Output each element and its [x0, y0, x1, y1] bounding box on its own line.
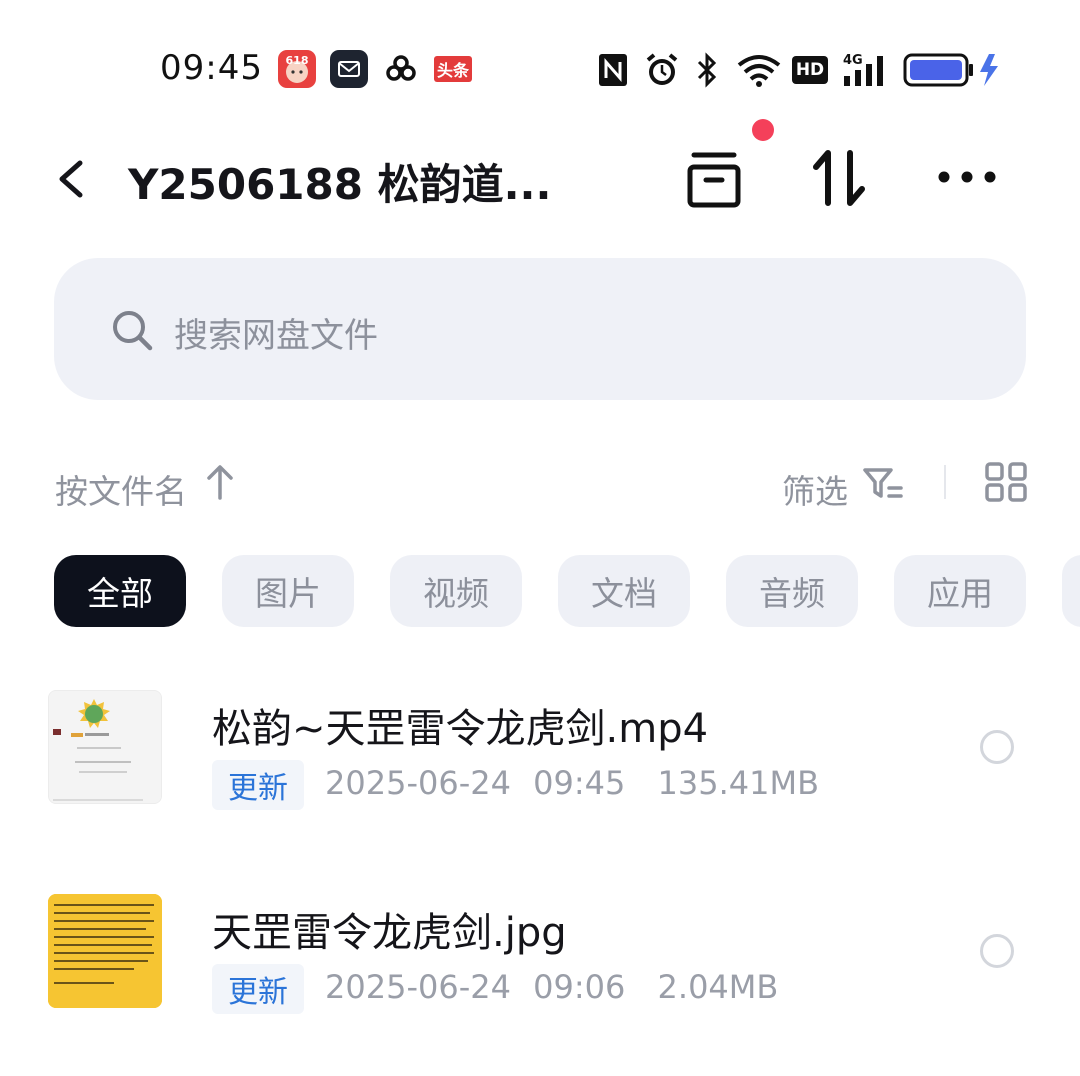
- chip-all[interactable]: 全部: [54, 555, 186, 627]
- nfc-icon: [599, 54, 627, 86]
- chip-videos[interactable]: 视频: [390, 555, 522, 627]
- file-time: 09:06: [533, 968, 626, 1006]
- shopping-618-icon: 618: [278, 50, 316, 88]
- notification-dot: [752, 119, 774, 141]
- chip-more-partial[interactable]: [1062, 555, 1080, 627]
- select-radio[interactable]: [980, 730, 1014, 764]
- chip-documents[interactable]: 文档: [558, 555, 690, 627]
- more-icon[interactable]: [936, 165, 998, 189]
- status-time: 09:45: [160, 48, 263, 88]
- file-date: 2025-06-24: [325, 968, 511, 1006]
- file-date: 2025-06-24: [325, 764, 511, 802]
- file-size: 135.41MB: [657, 764, 820, 802]
- sort-by-name[interactable]: 按文件名: [55, 465, 187, 513]
- signal-4g-icon: 4G: [842, 50, 890, 90]
- mail-icon: [330, 50, 368, 88]
- search-placeholder: 搜索网盘文件: [174, 316, 378, 356]
- battery-icon: [903, 53, 998, 87]
- chip-audio[interactable]: 音频: [726, 555, 858, 627]
- header: Y2506188 松韵道...: [0, 135, 1080, 225]
- select-radio[interactable]: [980, 934, 1014, 968]
- search-bar[interactable]: 搜索网盘文件: [54, 258, 1026, 400]
- file-meta: 2025-06-24 09:45 135.41MB: [325, 764, 819, 802]
- transfer-sort-icon[interactable]: [812, 149, 868, 207]
- chip-apps[interactable]: 应用: [894, 555, 1026, 627]
- filter-button[interactable]: 筛选: [782, 465, 848, 513]
- file-size: 2.04MB: [657, 968, 779, 1006]
- video-thumbnail: [48, 690, 162, 804]
- wifi-icon: [737, 55, 781, 87]
- grid-view-icon[interactable]: [985, 462, 1027, 502]
- update-badge: 更新: [212, 760, 304, 810]
- file-row[interactable]: 松韵~天罡雷令龙虎剑.mp4 更新 2025-06-24 09:45 135.4…: [0, 690, 1080, 820]
- status-bar: 09:45 618 头条 HD 4G: [0, 40, 1080, 100]
- image-thumbnail: [48, 894, 162, 1008]
- back-arrow-icon[interactable]: [48, 155, 96, 203]
- archive-icon[interactable]: [684, 147, 744, 209]
- toutiao-icon: 头条: [434, 56, 472, 82]
- filter-icon[interactable]: [862, 466, 904, 502]
- badge-618-text: 618: [286, 54, 309, 67]
- chip-images[interactable]: 图片: [222, 555, 354, 627]
- bluetooth-icon: [697, 52, 717, 88]
- network-label: 4G: [843, 53, 863, 68]
- cloud-app-icon: [382, 50, 420, 88]
- divider: [944, 465, 946, 499]
- alarm-icon: [646, 53, 678, 85]
- file-time: 09:45: [533, 764, 626, 802]
- file-name: 松韵~天罡雷令龙虎剑.mp4: [212, 706, 709, 752]
- file-meta: 2025-06-24 09:06 2.04MB: [325, 968, 778, 1006]
- update-badge: 更新: [212, 964, 304, 1014]
- file-name: 天罡雷令龙虎剑.jpg: [212, 910, 567, 956]
- screen: 09:45 618 头条 HD 4G Y2506188 松韵道... 搜索网盘文…: [0, 0, 1080, 1076]
- sort-ascending-icon[interactable]: [205, 462, 235, 502]
- file-row[interactable]: 天罡雷令龙虎剑.jpg 更新 2025-06-24 09:06 2.04MB: [0, 894, 1080, 1024]
- hd-icon: HD: [792, 56, 828, 84]
- page-title: Y2506188 松韵道...: [128, 160, 552, 209]
- search-icon: [113, 311, 153, 351]
